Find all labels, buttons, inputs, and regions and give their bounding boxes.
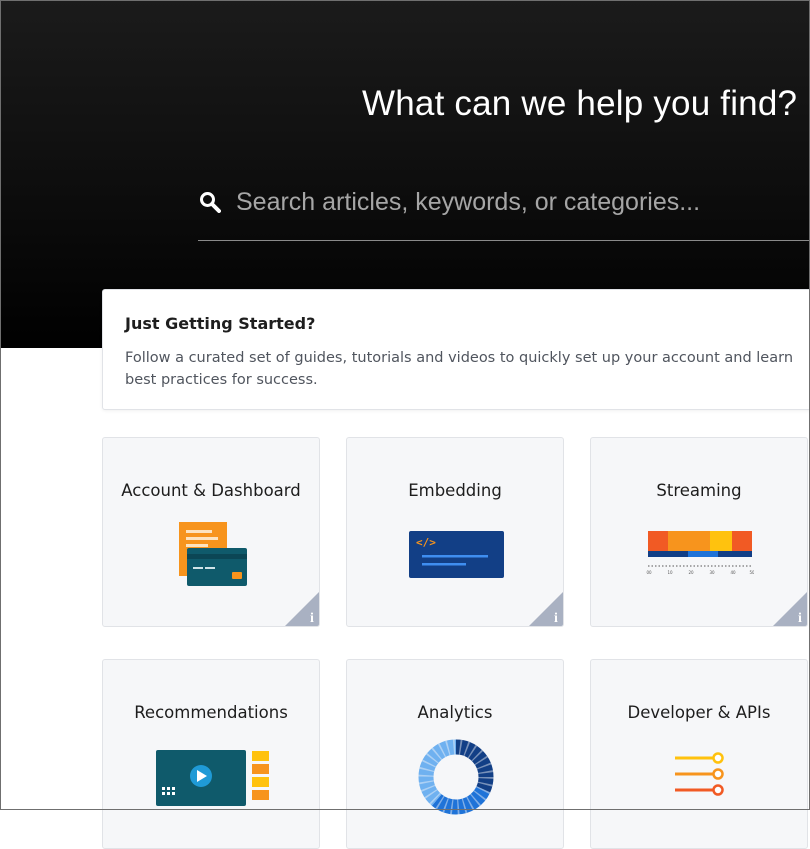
credit-card-icon <box>179 522 247 586</box>
getting-started-panel[interactable]: Just Getting Started? Follow a curated s… <box>102 289 810 410</box>
category-card-developer-apis[interactable]: Developer & APIs <box>590 659 808 849</box>
card-title: Recommendations <box>134 703 288 722</box>
api-sliders-icon <box>675 752 724 796</box>
streaming-tick-label: 40 <box>730 570 736 575</box>
search-icon <box>200 192 221 213</box>
svg-text:i: i <box>310 611 314 626</box>
hero-title: What can we help you find? <box>362 84 798 123</box>
card-title: Analytics <box>417 703 493 722</box>
card-title: Embedding <box>408 481 502 500</box>
svg-text:</>: </> <box>416 536 436 549</box>
category-card-analytics[interactable]: Analytics <box>346 659 564 849</box>
streaming-tick-label: 30 <box>709 570 715 575</box>
getting-started-title: Just Getting Started? <box>125 314 316 333</box>
streaming-timeline-icon: 00 10 20 30 40 50 <box>646 531 754 575</box>
info-icon[interactable]: i <box>529 592 563 626</box>
category-card-streaming[interactable]: Streaming 00 10 20 30 40 50 i <box>590 437 808 627</box>
category-card-account-dashboard[interactable]: Account & Dashboard i <box>102 437 320 627</box>
search-underline <box>198 240 810 241</box>
svg-text:i: i <box>554 611 558 626</box>
donut-chart-icon <box>418 739 494 815</box>
getting-started-description: Follow a curated set of guides, tutorial… <box>125 350 794 388</box>
info-icon[interactable]: i <box>773 592 807 626</box>
search-input[interactable] <box>236 182 796 222</box>
card-title: Developer & APIs <box>627 703 771 722</box>
info-icon[interactable]: i <box>285 592 319 626</box>
streaming-tick-label: 00 <box>646 570 652 575</box>
card-title: Streaming <box>656 481 742 500</box>
svg-text:i: i <box>798 611 802 626</box>
card-title: Account & Dashboard <box>121 481 301 500</box>
streaming-tick-label: 10 <box>667 570 673 575</box>
streaming-tick-label: 50 <box>749 570 754 575</box>
category-card-embedding[interactable]: Embedding </> i <box>346 437 564 627</box>
category-card-recommendations[interactable]: Recommendations <box>102 659 320 849</box>
code-embed-icon: </> <box>409 531 504 578</box>
video-recommendations-icon <box>156 750 269 806</box>
streaming-tick-label: 20 <box>688 570 694 575</box>
